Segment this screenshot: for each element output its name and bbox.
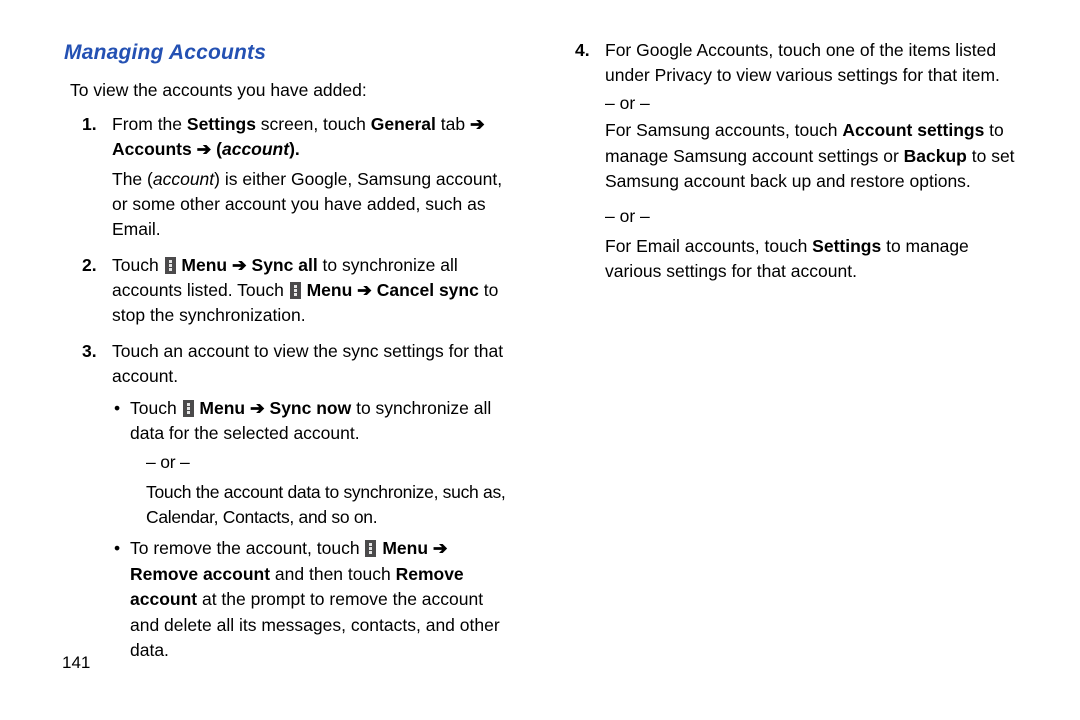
bold-accounts: Accounts <box>112 139 192 159</box>
menu-icon <box>183 400 194 417</box>
page-number: 141 <box>62 651 90 676</box>
step-text: Touch <box>130 398 182 418</box>
step-text: screen, touch <box>256 114 371 134</box>
arrow-icon: ➔ <box>470 114 485 134</box>
arrow-icon: ➔ <box>232 255 247 275</box>
or-divider: – or – <box>146 450 517 475</box>
step-text: ). <box>289 139 300 159</box>
step-text: Touch an account to view the sync settin… <box>112 341 503 386</box>
bold-menu: Menu <box>195 398 250 418</box>
bullet-remove: To remove the account, touch Menu ➔ Remo… <box>114 536 517 663</box>
step-4-email: For Email accounts, touch Settings to ma… <box>605 234 1030 285</box>
menu-icon <box>165 257 176 274</box>
left-column: Managing Accounts To view the accounts y… <box>62 38 517 720</box>
step-text: For Email accounts, touch <box>605 236 812 256</box>
step-text: The ( <box>112 169 153 189</box>
arrow-icon: ➔ <box>433 538 448 558</box>
step-3: Touch an account to view the sync settin… <box>82 339 517 664</box>
step-text: ( <box>211 139 222 159</box>
sub-note: Touch the account data to synchronize, s… <box>146 480 517 531</box>
section-heading: Managing Accounts <box>64 38 517 68</box>
or-divider: – or – <box>605 204 1030 229</box>
bold-syncnow: Sync now <box>270 398 352 418</box>
step-text: To remove the account, touch <box>130 538 364 558</box>
right-column: For Google Accounts, touch one of the it… <box>575 38 1030 720</box>
bold-remove: Remove account <box>130 564 270 584</box>
ital-account: account <box>153 169 214 189</box>
arrow-icon: ➔ <box>197 139 212 159</box>
step-1: From the Settings screen, touch General … <box>82 112 517 243</box>
bold-menu: Menu <box>302 280 357 300</box>
bold-menu: Menu <box>377 538 432 558</box>
step-2: Touch Menu ➔ Sync all to synchronize all… <box>82 253 517 329</box>
step-text: tab <box>436 114 470 134</box>
step-text: For Samsung accounts, touch <box>605 120 842 140</box>
bold-backup: Backup <box>904 146 967 166</box>
step-text: and then touch <box>270 564 396 584</box>
intro-text: To view the accounts you have added: <box>70 78 517 103</box>
bold-settings: Settings <box>812 236 881 256</box>
step-4: For Google Accounts, touch one of the it… <box>575 38 1030 194</box>
bold-syncall: Sync all <box>252 255 318 275</box>
step-text: From the <box>112 114 187 134</box>
step-text: For Google Accounts, touch one of the it… <box>605 40 1000 85</box>
bold-settings: Settings <box>187 114 256 134</box>
manual-page: Managing Accounts To view the accounts y… <box>0 0 1080 720</box>
arrow-icon: ➔ <box>357 280 372 300</box>
bold-menu: Menu <box>177 255 232 275</box>
step-text: Touch <box>112 255 164 275</box>
sub-bullets: Touch Menu ➔ Sync now to synchronize all… <box>114 396 517 664</box>
bold-cancelsync: Cancel sync <box>377 280 479 300</box>
menu-icon <box>290 282 301 299</box>
or-divider: – or – <box>605 93 650 113</box>
menu-icon <box>365 540 376 557</box>
ital-account: account <box>222 139 289 159</box>
arrow-icon: ➔ <box>250 398 265 418</box>
bullet-syncnow: Touch Menu ➔ Sync now to synchronize all… <box>114 396 517 531</box>
steps-list: From the Settings screen, touch General … <box>82 112 517 664</box>
bold-acct-settings: Account settings <box>842 120 984 140</box>
steps-list-cont: For Google Accounts, touch one of the it… <box>575 38 1030 194</box>
bold-general: General <box>371 114 436 134</box>
